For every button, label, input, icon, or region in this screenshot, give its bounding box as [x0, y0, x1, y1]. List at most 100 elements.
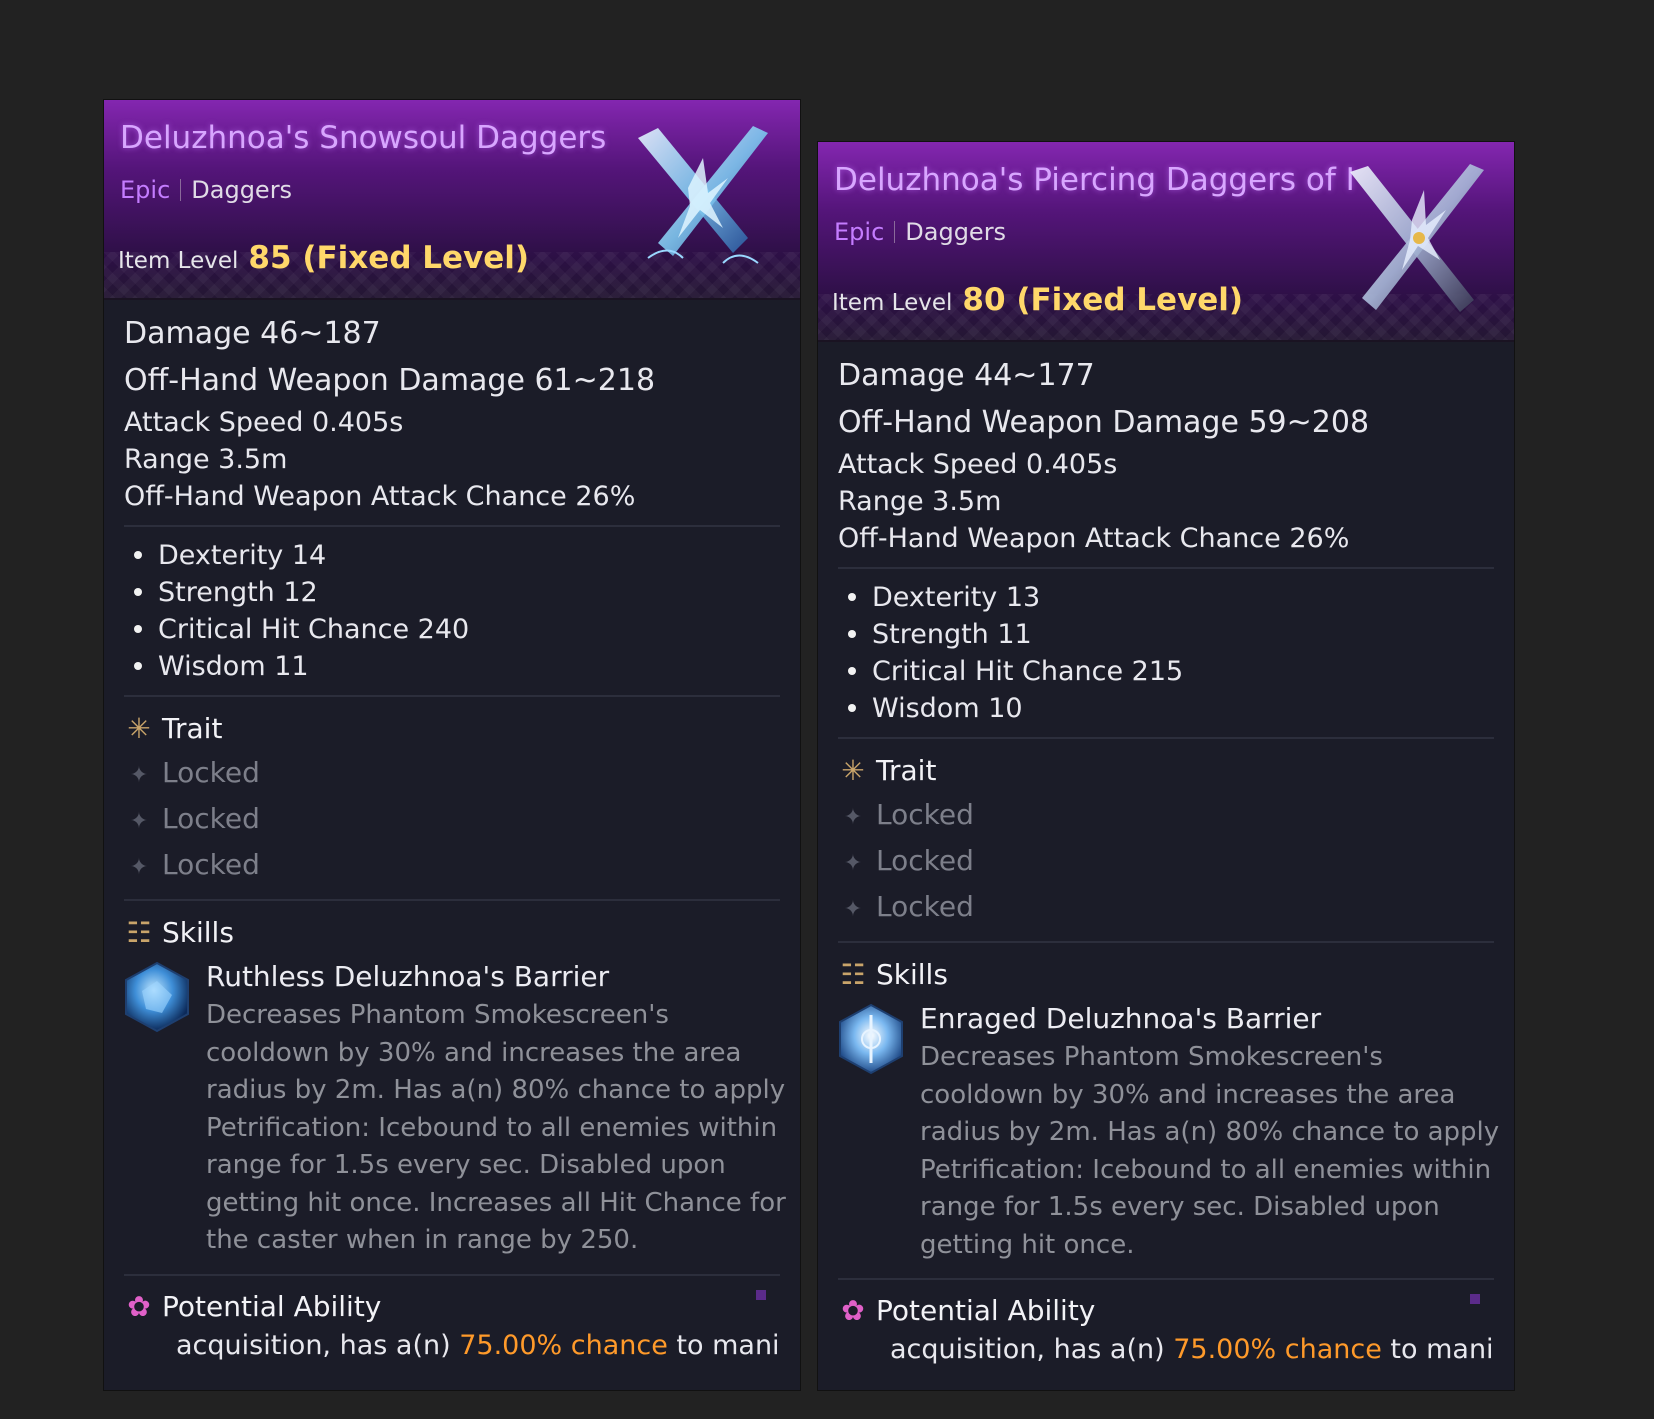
divider: [124, 695, 780, 697]
trait-slot: ✦ Locked: [124, 843, 780, 889]
item-level-label: Item Level: [832, 290, 953, 316]
trait-slot: ✦ Locked: [838, 839, 1494, 885]
skill-description-line: Decreases Phantom Smokescreen's: [920, 1042, 1383, 1072]
potential-ability-title: ✿ Potential Ability: [838, 1290, 1494, 1332]
skill-description-line: Petrification: Icebound to all enemies w…: [206, 1112, 778, 1143]
enraged-barrier-skill-icon: [839, 1003, 903, 1075]
divider: [838, 941, 1494, 943]
range-stat: Range 3.5m: [124, 444, 288, 475]
crossed-daggers-icon: [1350, 164, 1484, 312]
trait-star-icon: ✳: [127, 712, 151, 745]
trait-section-title: ✳ Trait: [838, 749, 1494, 793]
item-meta: Epic Daggers: [120, 176, 292, 204]
damage-stat: Damage 44~177: [838, 358, 1095, 393]
potential-ability-text: acquisition, has a(n) 75.00% chance to m…: [890, 1334, 1494, 1365]
skills-icon: ☷: [126, 916, 152, 949]
item-rarity: Epic: [120, 176, 171, 204]
skills-icon: ☷: [840, 958, 866, 991]
range-stat: Range 3.5m: [838, 486, 1002, 517]
skill-description-line: range for 1.5s every sec. Disabled upon: [920, 1192, 1440, 1222]
offhand-damage-stat: Off-Hand Weapon Damage 61~218: [124, 363, 656, 398]
item-tooltip-snowsoul-daggers: Deluzhnoa's Snowsoul Daggers Epic Daggers…: [104, 100, 800, 1390]
tooltip-header: Deluzhnoa's Snowsoul Daggers Epic Daggers…: [104, 100, 800, 300]
locked-star-icon: ✦: [129, 855, 149, 880]
bullet-icon: [848, 704, 856, 712]
item-level-label: Item Level: [118, 248, 239, 274]
locked-star-icon: ✦: [843, 851, 863, 876]
skill-description-line: the caster when in range by 250.: [206, 1225, 639, 1255]
skill-description-line: radius by 2m. Has a(n) 80% chance to app…: [920, 1117, 1500, 1147]
divider: [838, 737, 1494, 739]
skill-entry: Enraged Deluzhnoa's Barrier Decreases Ph…: [838, 999, 1499, 1264]
skill-description-line: Petrification: Icebound to all enemies w…: [920, 1154, 1492, 1185]
divider: [124, 525, 780, 527]
bonus-stat: Strength 12: [124, 574, 780, 611]
skill-description-line: getting hit once.: [920, 1229, 1135, 1260]
skill-description-line: cooldown by 30% and increases the area: [206, 1037, 742, 1068]
divider: [838, 1278, 1494, 1280]
divider: [124, 899, 780, 901]
meta-separator: [894, 221, 896, 243]
trait-section-title: ✳ Trait: [124, 707, 780, 751]
bonus-stat: Strength 11: [838, 616, 1494, 653]
potential-gear-icon: ✿: [841, 1294, 865, 1327]
skills-section-title: ☷ Skills: [838, 953, 1494, 997]
trait-slot: ✦ Locked: [838, 885, 1494, 931]
corner-marker: [1470, 1294, 1480, 1304]
item-tooltip-piercing-daggers: Deluzhnoa's Piercing Daggers of I Epic Da…: [818, 142, 1514, 1390]
bonus-stat: Wisdom 11: [124, 648, 780, 685]
locked-star-icon: ✦: [129, 809, 149, 834]
item-meta: Epic Daggers: [834, 218, 1006, 246]
bullet-icon: [134, 588, 142, 596]
skill-description-line: radius by 2m. Has a(n) 80% chance to app…: [206, 1075, 786, 1105]
bullet-icon: [848, 630, 856, 638]
item-type: Daggers: [905, 218, 1007, 246]
skill-entry: Ruthless Deluzhnoa's Barrier Decreases P…: [124, 957, 786, 1260]
meta-separator: [180, 179, 182, 201]
locked-star-icon: ✦: [843, 897, 863, 922]
bullet-icon: [848, 593, 856, 601]
bullet-icon: [134, 551, 142, 559]
bonus-stat: Critical Hit Chance 240: [124, 611, 780, 648]
corner-marker: [756, 1289, 766, 1300]
crossed-daggers-icon: [638, 126, 768, 264]
skill-name: Ruthless Deluzhnoa's Barrier: [206, 960, 610, 993]
trait-slot: ✦ Locked: [838, 793, 1494, 839]
trait-slot: ✦ Locked: [124, 751, 780, 797]
trait-star-icon: ✳: [841, 754, 865, 787]
item-type: Daggers: [191, 176, 293, 204]
item-level-value: 85 (Fixed Level): [248, 240, 530, 276]
trait-slot: ✦ Locked: [124, 797, 780, 843]
bonus-stat: Dexterity 13: [838, 579, 1494, 616]
item-name: Deluzhnoa's Piercing Daggers of I: [834, 162, 1355, 198]
skill-description-line: cooldown by 30% and increases the area: [920, 1079, 1456, 1110]
locked-star-icon: ✦: [843, 805, 863, 830]
offhand-chance-stat: Off-Hand Weapon Attack Chance 26%: [838, 523, 1350, 554]
skills-section-title: ☷ Skills: [124, 911, 780, 955]
bullet-icon: [134, 662, 142, 670]
attack-speed-stat: Attack Speed 0.405s: [838, 449, 1118, 480]
ice-barrier-skill-icon: [125, 961, 189, 1033]
item-level-value: 80 (Fixed Level): [962, 282, 1244, 318]
item-level: Item Level 80 (Fixed Level): [832, 282, 1243, 318]
bonus-stat: Critical Hit Chance 215: [838, 653, 1494, 690]
offhand-damage-stat: Off-Hand Weapon Damage 59~208: [838, 405, 1370, 440]
bullet-icon: [134, 625, 142, 633]
damage-stat: Damage 46~187: [124, 316, 381, 351]
potential-gear-icon: ✿: [127, 1289, 151, 1323]
item-level: Item Level 85 (Fixed Level): [118, 240, 529, 276]
skill-name: Enraged Deluzhnoa's Barrier: [920, 1002, 1322, 1035]
bonus-stat: Wisdom 10: [838, 690, 1494, 727]
locked-star-icon: ✦: [129, 763, 149, 788]
potential-ability-text: acquisition, has a(n) 75.00% chance to m…: [176, 1329, 780, 1361]
skill-description-line: Decreases Phantom Smokescreen's: [206, 1000, 669, 1030]
skill-description-line: getting hit once. Increases all Hit Chan…: [206, 1187, 786, 1218]
skill-description-line: range for 1.5s every sec. Disabled upon: [206, 1150, 726, 1180]
bullet-icon: [848, 667, 856, 675]
bonus-stat: Dexterity 14: [124, 537, 780, 574]
potential-ability-title: ✿ Potential Ability: [124, 1286, 780, 1328]
divider: [124, 1273, 780, 1276]
offhand-chance-stat: Off-Hand Weapon Attack Chance 26%: [124, 481, 636, 512]
tooltip-header: Deluzhnoa's Piercing Daggers of I Epic Da…: [818, 142, 1514, 342]
divider: [838, 567, 1494, 569]
